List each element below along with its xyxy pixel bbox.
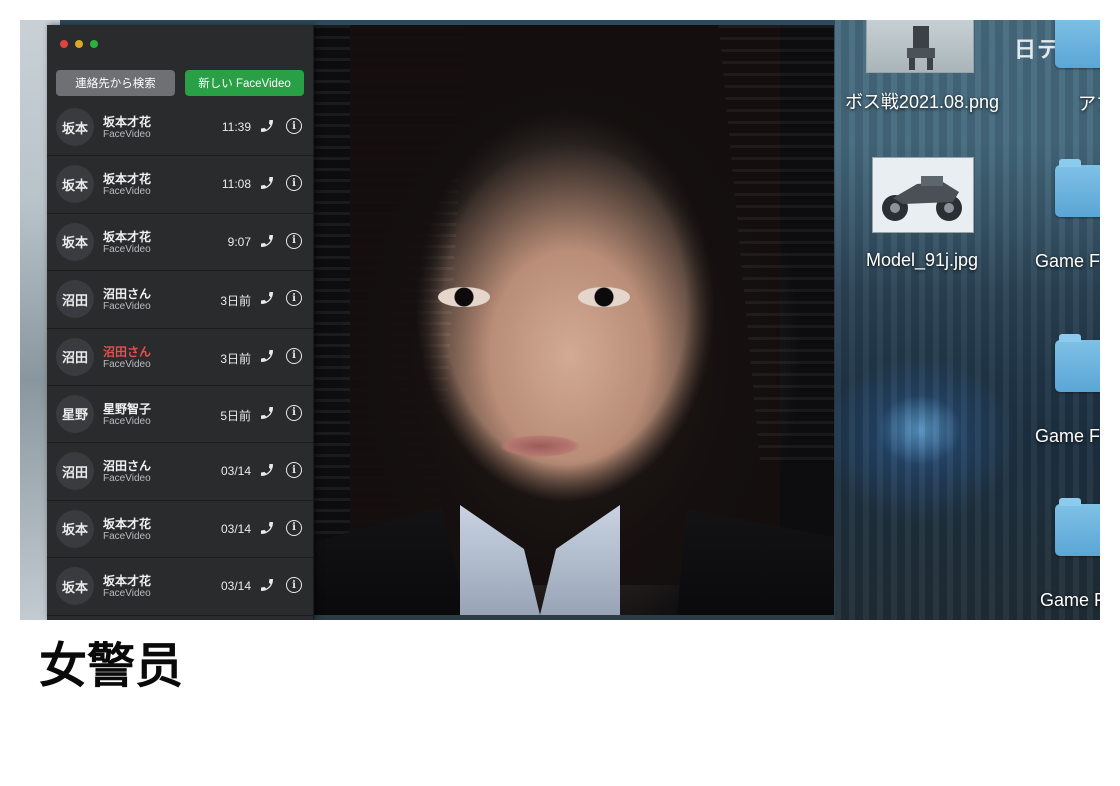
call-row[interactable]: 星野 星野智子 FaceVideo 5日前 i: [47, 386, 313, 444]
call-row[interactable]: 沼田 沼田さん FaceVideo 3日前 i: [47, 271, 313, 329]
folder-label-game-1[interactable]: Game F: [1035, 251, 1100, 272]
folder-label-game-2[interactable]: Game F: [1035, 426, 1100, 447]
info-icon[interactable]: i: [286, 290, 302, 307]
phone-icon[interactable]: [259, 520, 275, 536]
contact-name: 沼田さん: [103, 287, 152, 302]
folder-icon[interactable]: [1055, 334, 1100, 392]
call-type: FaceVideo: [103, 415, 151, 427]
call-type: FaceVideo: [103, 473, 151, 485]
caption-text: 女警员: [39, 638, 184, 694]
call-time: 11:08: [221, 177, 251, 192]
call-row[interactable]: 沼田 沼田さん FaceVideo 03/14 i: [47, 443, 313, 501]
toolbar: 連絡先から検索 新しい FaceVideo: [56, 70, 304, 96]
info-icon[interactable]: i: [286, 347, 302, 364]
phone-icon[interactable]: [259, 290, 275, 306]
minimize-window-button[interactable]: [75, 40, 83, 48]
call-type: FaceVideo: [103, 186, 151, 198]
avatar: 沼田: [56, 452, 94, 491]
call-time: 11:39: [221, 120, 251, 134]
call-history-list: 坂本 坂本才花 FaceVideo 11:39 i 坂本 坂本才花 FaceVi…: [47, 99, 313, 620]
info-icon[interactable]: i: [286, 462, 302, 479]
call-row[interactable]: 坂本 坂本才花 FaceVideo 03/14 i: [47, 501, 313, 559]
call-time: 03/14: [220, 464, 251, 479]
avatar: 沼田: [56, 337, 94, 376]
motorcycle-image-icon: [873, 158, 973, 232]
file-label-model[interactable]: Model_91j.jpg: [842, 250, 1002, 271]
contact-name: 沼田さん: [103, 344, 152, 359]
folder-icon[interactable]: [1055, 498, 1100, 556]
phone-icon[interactable]: [259, 462, 275, 478]
close-window-button[interactable]: [60, 40, 68, 48]
video-call-feed: [310, 25, 834, 615]
phone-icon[interactable]: [259, 405, 275, 421]
info-icon[interactable]: i: [286, 404, 302, 421]
video-subject-eye: [438, 287, 490, 307]
folder-label-app[interactable]: アプ: [1078, 90, 1100, 116]
file-label-boss[interactable]: ボス戦2021.08.png: [842, 88, 1002, 114]
call-row[interactable]: 坂本 坂本才花 FaceVideo 03/14 i: [47, 558, 313, 616]
avatar: 沼田: [56, 280, 94, 319]
call-type: FaceVideo: [103, 129, 151, 140]
call-type: FaceVideo: [103, 243, 151, 255]
phone-icon[interactable]: [259, 118, 275, 134]
call-time: 03/14: [220, 521, 251, 536]
info-icon[interactable]: i: [286, 175, 302, 192]
phone-icon[interactable]: [259, 175, 275, 191]
call-type: FaceVideo: [103, 588, 151, 600]
call-time: 9:07: [227, 234, 251, 249]
phone-icon[interactable]: [259, 577, 275, 593]
phone-icon[interactable]: [259, 348, 275, 364]
facevideo-window: 連絡先から検索 新しい FaceVideo 坂本 坂本才花 FaceVideo …: [47, 25, 314, 620]
call-time: 3日前: [220, 294, 251, 309]
call-time: 5日前: [220, 408, 251, 423]
call-row[interactable]: 坂本 坂本才花 FaceVideo 9:07 i: [47, 214, 313, 272]
call-row[interactable]: 坂本 坂本才花 FaceVideo 11:08 i: [47, 156, 313, 214]
info-icon[interactable]: i: [286, 577, 302, 594]
call-type: FaceVideo: [103, 530, 151, 542]
contact-name: 坂本才花: [103, 574, 152, 589]
screenshot-frame: 日テレ NIPPON ボス戦2021.08.png: [20, 20, 1100, 620]
contact-name: 沼田さん: [103, 459, 152, 474]
info-icon[interactable]: i: [286, 118, 302, 134]
file-thumbnail-boss[interactable]: [866, 20, 974, 73]
new-facevideo-button[interactable]: 新しい FaceVideo: [185, 70, 304, 96]
call-row-partial[interactable]: [47, 616, 313, 620]
call-time: 3日前: [220, 351, 251, 366]
search-contacts-button[interactable]: 連絡先から検索: [56, 70, 175, 96]
contact-name: 坂本才花: [103, 516, 152, 531]
file-thumbnail-model[interactable]: [872, 157, 974, 233]
call-type: FaceVideo: [103, 358, 151, 370]
contact-name: 坂本才花: [103, 115, 152, 129]
avatar: 星野: [56, 394, 94, 433]
avatar: 坂本: [56, 108, 94, 146]
contact-name: 星野智子: [103, 401, 152, 416]
call-time: 03/14: [220, 579, 251, 594]
folder-icon[interactable]: [1055, 20, 1100, 68]
video-subject-eye: [578, 287, 630, 307]
info-icon[interactable]: i: [286, 232, 302, 249]
video-subject: [350, 25, 780, 585]
call-row[interactable]: 坂本 坂本才花 FaceVideo 11:39 i: [47, 99, 313, 157]
phone-icon[interactable]: [259, 233, 275, 249]
contact-name: 坂本才花: [103, 172, 152, 187]
avatar: 坂本: [56, 165, 94, 204]
contact-name: 坂本才花: [103, 229, 152, 244]
call-type: FaceVideo: [103, 301, 151, 313]
zoom-window-button[interactable]: [90, 40, 98, 48]
info-icon[interactable]: i: [286, 519, 302, 536]
avatar: 坂本: [56, 509, 94, 548]
avatar: 坂本: [56, 567, 94, 606]
folder-icon[interactable]: [1055, 159, 1100, 217]
avatar: 坂本: [56, 222, 94, 261]
robot-image-icon: [907, 26, 935, 70]
call-row[interactable]: 沼田 沼田さん FaceVideo 3日前 i: [47, 329, 313, 386]
video-subject-mouth: [500, 435, 580, 457]
folder-label-game-3[interactable]: Game F: [1040, 590, 1100, 611]
